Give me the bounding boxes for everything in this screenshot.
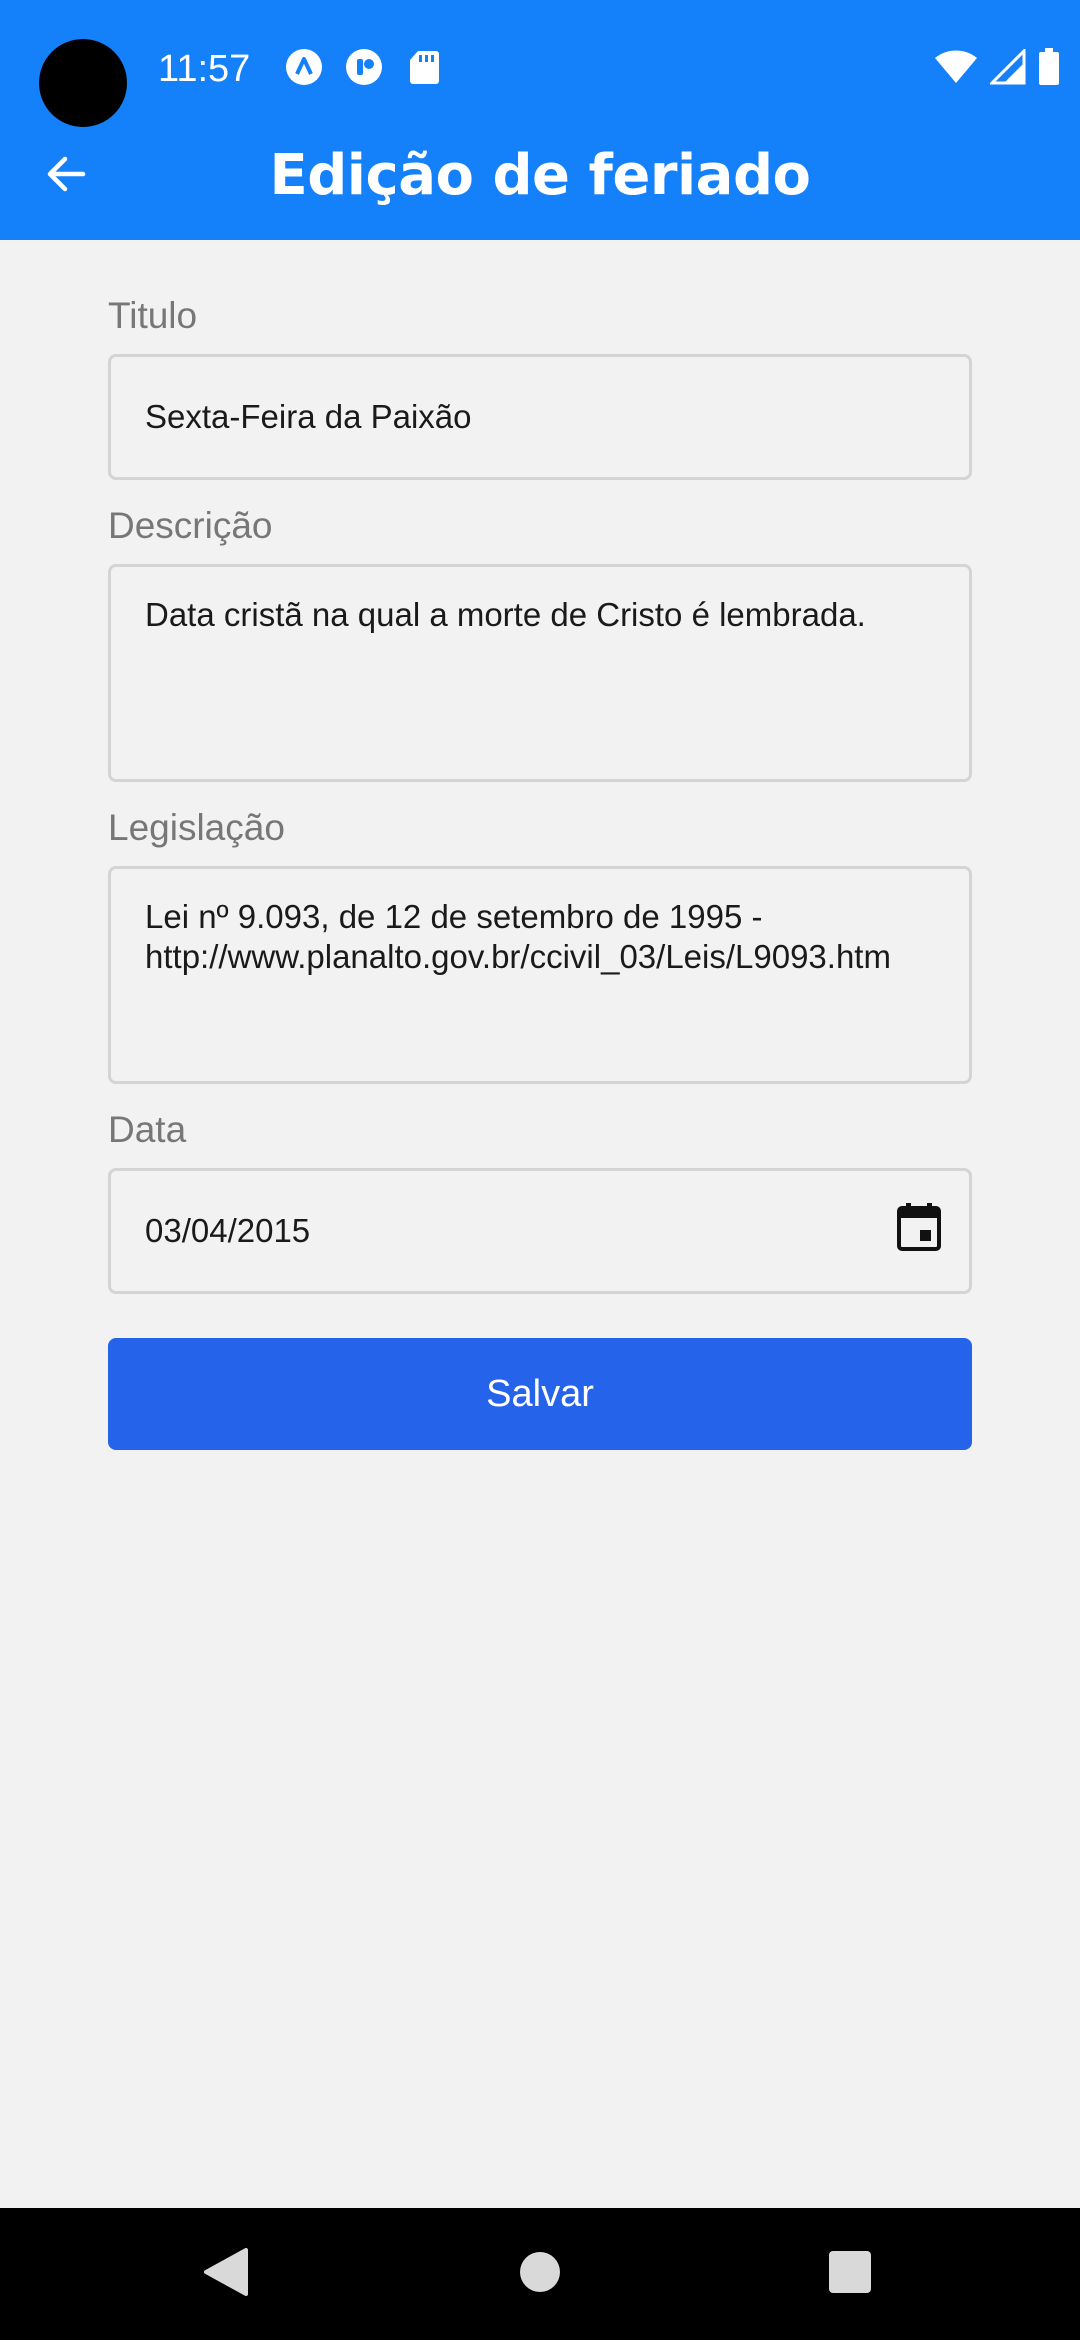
legislacao-field[interactable]: Lei nº 9.093, de 12 de setembro de 1995 …	[108, 866, 972, 1084]
titulo-label: Titulo	[108, 295, 198, 336]
descricao-value: Data cristã na qual a morte de Cristo é …	[145, 596, 866, 633]
app-bar: 11:57 Edição de feriado	[0, 0, 1080, 240]
titulo-field[interactable]: Sexta-Feira da Paixão	[108, 354, 972, 480]
sd-card-icon	[405, 48, 443, 86]
battery-icon	[1038, 48, 1060, 90]
home-circle-icon	[518, 2250, 562, 2298]
status-icons-right	[934, 47, 1060, 90]
nav-home-button[interactable]	[510, 2244, 570, 2304]
camera-cutout	[39, 39, 127, 127]
calendar-icon[interactable]	[897, 1202, 941, 1260]
page-title: Edição de feriado	[269, 143, 811, 208]
status-icons-left	[285, 48, 443, 86]
nav-back-button[interactable]	[196, 2244, 256, 2304]
nav-recents-button[interactable]	[820, 2244, 880, 2304]
cell-signal-icon	[988, 47, 1026, 89]
date-value: 03/04/2015	[145, 1212, 311, 1249]
legislacao-value-line2: http://www.planalto.gov.br/ccivil_03/Lei…	[145, 938, 891, 975]
screen: 11:57 Edição de feriado Titulo Sexta-Fei…	[0, 0, 1080, 2340]
status-time: 11:57	[158, 48, 251, 90]
descricao-field[interactable]: Data cristã na qual a morte de Cristo é …	[108, 564, 972, 782]
descricao-label: Descrição	[108, 505, 273, 546]
legislacao-value-line1: Lei nº 9.093, de 12 de setembro de 1995 …	[145, 898, 763, 935]
data-label: Data	[108, 1109, 187, 1150]
titulo-value: Sexta-Feira da Paixão	[145, 398, 472, 435]
date-field[interactable]: 03/04/2015	[108, 1168, 972, 1294]
app-notification-icon-2	[345, 48, 383, 86]
recents-square-icon	[828, 2250, 872, 2298]
wifi-icon	[934, 49, 978, 89]
system-nav-bar	[0, 2208, 1080, 2340]
app-notification-icon	[285, 48, 323, 86]
holiday-form: Titulo Sexta-Feira da Paixão Descrição D…	[108, 290, 972, 1450]
back-triangle-icon	[202, 2247, 250, 2301]
save-button[interactable]: Salvar	[108, 1338, 972, 1450]
legislacao-label: Legislação	[108, 807, 285, 848]
